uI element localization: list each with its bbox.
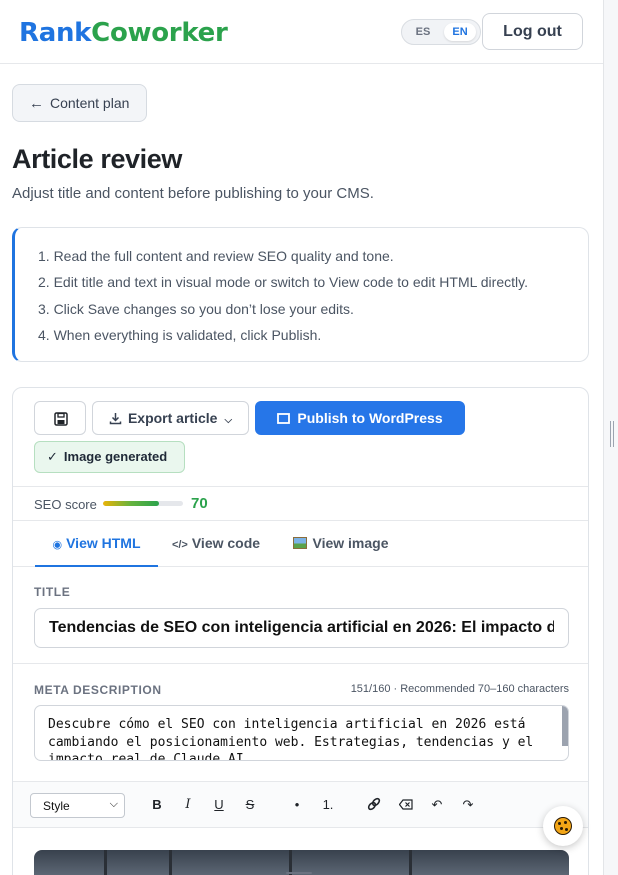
image-detail	[409, 850, 412, 875]
image-generated-badge: ✓ Image generated	[34, 441, 185, 473]
meta-scrollbar[interactable]	[562, 706, 568, 746]
back-label: Content plan	[50, 94, 130, 111]
chevron-down-icon: ⌵	[224, 415, 233, 426]
tab-label: View image	[312, 535, 389, 551]
publish-to-wordpress-button[interactable]: Publish to WordPress	[255, 401, 465, 435]
cookie-settings-button[interactable]	[543, 806, 583, 846]
publish-label: Publish to WordPress	[297, 410, 443, 426]
arrow-left-icon: ←	[29, 94, 44, 112]
logout-button[interactable]: Log out	[482, 13, 583, 50]
instructions-list: 1. Read the full content and review SEO …	[38, 247, 528, 352]
cookie-chip	[560, 827, 563, 830]
strikethrough-icon[interactable]: S	[240, 795, 260, 815]
export-label: Export article	[127, 410, 218, 426]
scrollbar-grip[interactable]	[610, 421, 614, 447]
download-icon	[109, 413, 122, 425]
tab-label: View code	[191, 535, 261, 551]
image-detail	[104, 850, 107, 875]
logo-coworker: Coworker	[91, 18, 228, 48]
bottom-resize-handle[interactable]	[286, 872, 312, 874]
underline-icon[interactable]: U	[209, 795, 229, 815]
cookie-chip	[565, 828, 568, 831]
instruction-step: 1. Read the full content and review SEO …	[38, 248, 394, 264]
eye-icon: ◉	[52, 539, 63, 551]
logo-rank: Rank	[19, 18, 92, 48]
instruction-step: 2. Edit title and text in visual mode or…	[38, 274, 528, 291]
page-title: Article review	[12, 144, 182, 174]
meta-description-section: META DESCRIPTION 151/160 · Recommended 7…	[13, 664, 588, 782]
undo-icon[interactable]: ↶	[427, 795, 447, 815]
style-select-value: Style	[43, 798, 70, 813]
italic-icon[interactable]: I	[178, 795, 198, 815]
code-icon: </>	[171, 539, 188, 551]
app-header: RankCoworker ES EN Log out	[0, 0, 603, 64]
tab-view-code[interactable]: </> View code	[166, 521, 266, 567]
brand-logo[interactable]: RankCoworker	[19, 18, 228, 48]
lang-es-option[interactable]: ES	[408, 23, 438, 41]
tab-view-html[interactable]: ◉ View HTML	[35, 521, 158, 567]
window-icon	[277, 413, 291, 424]
seo-score-bar	[103, 501, 183, 506]
seo-score-row: SEO score 70	[13, 486, 588, 521]
meta-character-count: 151/160 · Recommended 70–160 characters	[350, 683, 569, 695]
instructions-panel: 1. Read the full content and review SEO …	[12, 227, 589, 362]
title-section: TITLE	[13, 567, 588, 664]
tab-view-image[interactable]: View image	[286, 521, 396, 567]
seo-score-fill	[103, 501, 159, 506]
lang-en-option[interactable]: EN	[444, 23, 476, 41]
badge-label: Image generated	[63, 449, 168, 464]
meta-description-input[interactable]: Descubre cómo el SEO con inteligencia ar…	[34, 705, 569, 761]
language-toggle: ES EN	[401, 19, 481, 45]
floppy-disk-icon	[54, 412, 68, 426]
check-icon: ✓	[47, 449, 58, 464]
redo-icon[interactable]: ↷	[458, 795, 478, 815]
save-changes-button[interactable]	[34, 401, 86, 435]
page-scrollbar[interactable]	[603, 0, 618, 875]
instruction-step: 4. When everything is validated, click P…	[38, 326, 322, 343]
instruction-step: 3. Click Save changes so you don’t lose …	[38, 300, 354, 317]
style-select[interactable]: Style ⌵	[30, 793, 125, 818]
chevron-down-icon: ⌵	[109, 798, 118, 810]
seo-score-value: 70	[191, 495, 208, 512]
view-tabs: ◉ View HTML </> View code View image	[13, 521, 588, 567]
export-article-button[interactable]: Export article ⌵	[92, 401, 249, 435]
bullet-list-icon[interactable]: •	[287, 795, 307, 815]
meta-description-label: META DESCRIPTION	[34, 683, 162, 697]
cookie-chip	[564, 821, 567, 824]
rich-text-toolbar: Style ⌵ B I U S • 1. ↶ ↷	[13, 782, 588, 828]
back-to-content-plan-button[interactable]: ← Content plan	[12, 84, 147, 122]
cookie-chip	[558, 822, 561, 825]
link-icon[interactable]	[364, 795, 384, 815]
clear-format-icon[interactable]	[396, 795, 416, 815]
image-detail	[169, 850, 172, 875]
numbered-list-icon[interactable]: 1.	[318, 795, 338, 815]
cookie-icon	[554, 817, 572, 835]
seo-score-label: SEO score	[34, 497, 97, 512]
title-label: TITLE	[34, 585, 71, 599]
picture-icon	[293, 537, 308, 549]
title-input[interactable]	[34, 608, 569, 648]
meta-description-text: Descubre cómo el SEO con inteligencia ar…	[48, 717, 534, 761]
tab-label: View HTML	[66, 535, 141, 551]
bold-icon[interactable]: B	[147, 795, 167, 815]
article-editor-card: Export article ⌵ Publish to WordPress ✓ Im…	[12, 387, 589, 875]
page-subtitle: Adjust title and content before publishi…	[12, 185, 374, 202]
